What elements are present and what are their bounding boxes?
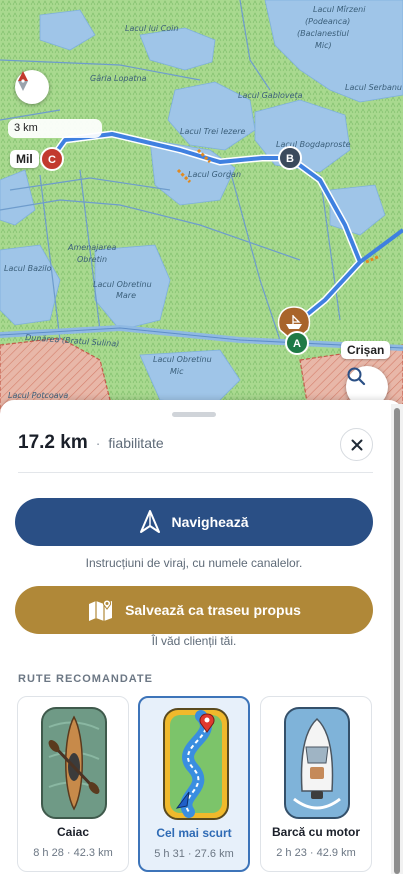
close-icon	[351, 439, 362, 450]
close-button[interactable]	[340, 428, 373, 461]
map-label: Lacul Mîrzeni	[313, 5, 366, 14]
route-card-meta: 2 h 23 · 42.9 km	[276, 847, 356, 859]
navigate-button[interactable]: Navighează	[15, 498, 373, 546]
map-label: Lacul Obretinu	[153, 355, 212, 364]
map-label: (Baclanestiul	[297, 29, 350, 38]
route-card-title: Barcă cu motor	[271, 825, 361, 839]
summary-separator: ·	[95, 435, 101, 451]
route-card-meta: 5 h 31 · 27.6 km	[154, 848, 234, 860]
place-chip-mil[interactable]: Mil	[10, 150, 39, 168]
map-label: Lacul Bazilo	[4, 264, 52, 273]
reliability-label: fiabilitate	[108, 435, 164, 451]
route-card-meta: 8 h 28 · 42.3 km	[33, 847, 113, 859]
map-label: Mare	[116, 291, 136, 300]
map-scale-label: 3 km	[14, 122, 38, 134]
motorboat-icon	[284, 707, 350, 819]
save-route-label: Salvează ca traseu propus	[125, 602, 301, 618]
divider	[18, 472, 373, 473]
shortest-route-icon	[163, 708, 229, 820]
map-label: Lacul Obretinu	[93, 280, 152, 289]
route-card-motorboat[interactable]: Barcă cu motor 2 h 23 · 42.9 km	[260, 696, 372, 872]
map-label: (Podeanca)	[305, 17, 350, 26]
route-card-title: Caiac	[56, 825, 90, 839]
map-label: Lacul Gabloveța	[238, 91, 303, 100]
map-label: Lacul Serbanu	[345, 83, 402, 92]
compass-button[interactable]	[15, 70, 49, 104]
waypoint-a-marker[interactable]: A	[285, 331, 309, 355]
navigation-arrow-icon	[139, 510, 161, 534]
sheet-grabber[interactable]	[172, 412, 216, 417]
scrollbar-thumb[interactable]	[394, 408, 400, 874]
map-label: Mic	[170, 367, 184, 376]
save-route-hint: Îl văd clienții tăi.	[151, 634, 237, 648]
recommended-routes-title: RUTE RECOMANDATE	[18, 673, 153, 685]
map-scale: 3 km	[8, 119, 102, 138]
map-label: Amenajarea	[67, 243, 116, 252]
route-summary: 17.2 km · fiabilitate	[18, 432, 164, 454]
map-label: Lacul lui Coin	[125, 24, 178, 33]
route-card-title: Cel mai scurt	[156, 826, 232, 840]
route-card-shortest[interactable]: Cel mai scurt 5 h 31 · 27.6 km	[138, 696, 250, 872]
route-distance: 17.2 km	[18, 432, 88, 453]
sheet-scrollbar[interactable]	[391, 404, 403, 874]
map-label: Lacul Trei Iezere	[180, 127, 246, 136]
waypoint-a-label: A	[293, 338, 301, 350]
route-card-kayak[interactable]: Caiac 8 h 28 · 42.3 km	[17, 696, 129, 872]
map-label: Mic)	[315, 41, 332, 50]
navigate-hint: Instrucțiuni de viraj, cu numele canalel…	[85, 556, 303, 570]
route-bottom-sheet: 17.2 km · fiabilitate Navighează Instruc…	[0, 400, 403, 877]
kayak-icon	[41, 707, 107, 819]
map-label: Gârla Lopatna	[90, 74, 147, 83]
search-icon	[347, 367, 366, 386]
save-route-button[interactable]: Salvează ca traseu propus	[15, 586, 373, 634]
waypoint-b-label: B	[286, 153, 294, 165]
place-chip-crisan[interactable]: Crișan	[341, 341, 391, 359]
navigate-label: Navighează	[171, 514, 249, 530]
waypoint-c-label: C	[48, 154, 56, 166]
map-label: Obretin	[77, 255, 107, 264]
map-label: Lacul Gorgan	[188, 170, 241, 179]
map-pin-icon	[87, 598, 115, 622]
map-label: Lacul Potcoava	[8, 391, 68, 400]
map-view[interactable]: Lacul Mîrzeni (Podeanca) (Baclanestiul M…	[0, 0, 403, 420]
compass-icon	[18, 71, 28, 91]
waypoint-b-marker[interactable]: B	[278, 146, 302, 170]
waypoint-c-marker[interactable]: C	[40, 147, 64, 171]
